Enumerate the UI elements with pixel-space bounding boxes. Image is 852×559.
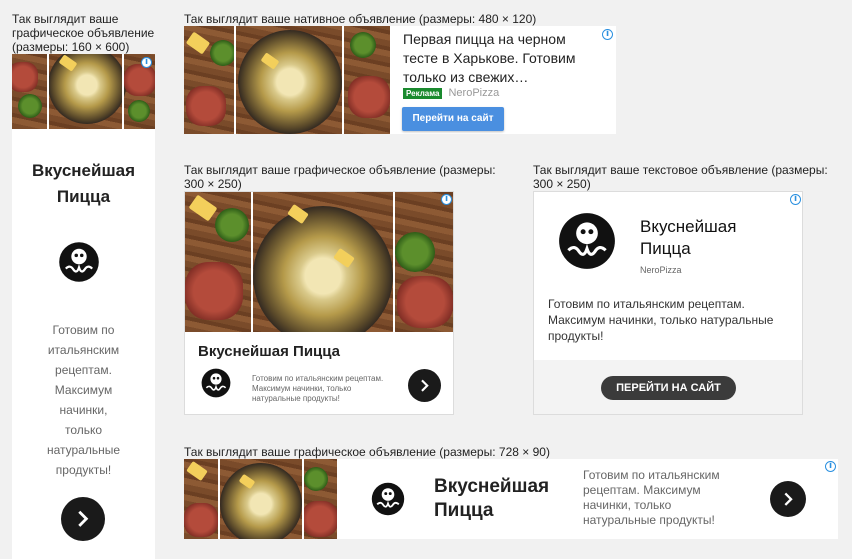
native-ad-brand: NeroPizza <box>448 87 500 99</box>
chevron-right-icon <box>784 492 793 506</box>
native-ad-image <box>184 26 390 134</box>
chevron-right-icon <box>421 379 429 392</box>
vertical-ad-go-button[interactable] <box>61 497 105 541</box>
graphic-300-ad[interactable]: i Вкуснейшая Пицца Готовим по итальянски… <box>184 191 454 415</box>
text-300-ad-cta-button[interactable]: ПЕРЕЙТИ НА САЙТ <box>601 376 736 400</box>
chevron-right-icon <box>78 510 89 528</box>
octopus-logo-icon <box>57 240 101 284</box>
graphic-300-ad-image <box>185 192 453 332</box>
graphic-728-ad-description: Готовим по итальянским рецептам. Максиму… <box>583 468 720 527</box>
info-icon[interactable]: i <box>141 57 152 68</box>
vertical-ad-image <box>12 54 155 129</box>
text-300-ad-title: Вкуснейшая Пицца <box>640 217 737 258</box>
info-icon[interactable]: i <box>441 194 452 205</box>
caption-text-300-ad: Так выглядит ваше текстовое объявление (… <box>533 163 828 191</box>
vertical-ad-description: Готовим по итальянским рецептам. Максиму… <box>46 323 121 477</box>
sponsored-badge: Реклама <box>403 87 443 99</box>
graphic-728-ad-title: Вкуснейшая Пицца <box>434 476 550 521</box>
info-icon[interactable]: i <box>790 194 801 205</box>
caption-graphic-300-ad: Так выглядит ваше графическое объявление… <box>184 163 496 191</box>
graphic-300-ad-description: Готовим по итальянским рецептам. Максиму… <box>252 374 384 403</box>
graphic-300-ad-go-button[interactable] <box>408 369 441 402</box>
text-300-ad[interactable]: i Вкуснейшая Пицца NeroPizza Готовим по … <box>533 191 803 415</box>
caption-native-ad: Так выглядит ваше нативное объявление (р… <box>184 12 537 26</box>
vertical-ad[interactable]: i Вкуснейшая Пицца Готовим по итальянски… <box>12 54 155 559</box>
vertical-ad-title: Вкуснейшая Пицца <box>32 161 135 206</box>
graphic-728-ad[interactable]: i Вкуснейшая Пицца Готовим по итальянски… <box>184 459 838 539</box>
info-icon[interactable]: i <box>825 461 836 472</box>
graphic-728-ad-image <box>184 459 337 539</box>
graphic-300-ad-title: Вкуснейшая Пицца <box>198 343 341 360</box>
octopus-logo-icon <box>370 481 406 517</box>
caption-vertical-ad: Так выглядит ваше графическое объявление… <box>12 12 155 54</box>
graphic-728-ad-go-button[interactable] <box>770 481 806 517</box>
native-ad[interactable]: i Первая пицца на черном тесте в Харьков… <box>184 26 616 134</box>
octopus-logo-icon <box>556 210 618 272</box>
info-icon[interactable]: i <box>602 29 613 40</box>
native-ad-headline[interactable]: Первая пицца на черном тесте в Харькове.… <box>403 30 599 87</box>
native-ad-cta-button[interactable]: Перейти на сайт <box>402 107 504 131</box>
text-300-ad-description: Готовим по итальянским рецептам. Максиму… <box>548 297 774 343</box>
text-300-ad-brand: NeroPizza <box>640 265 682 275</box>
octopus-logo-icon <box>200 367 232 399</box>
caption-graphic-728-ad: Так выглядит ваше графическое объявление… <box>184 445 550 459</box>
